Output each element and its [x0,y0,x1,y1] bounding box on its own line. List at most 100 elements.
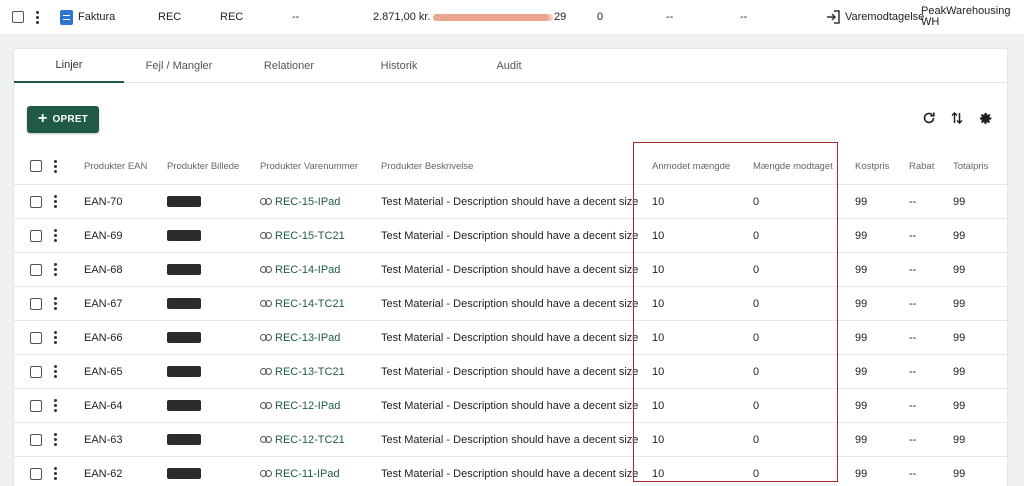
row-select[interactable] [30,219,42,252]
row-checkbox[interactable] [30,433,42,446]
row-menu-button[interactable] [53,287,57,320]
item-number-label: REC-14-IPad [275,263,341,276]
tab-historik[interactable]: Historik [344,49,454,83]
select-all-checkbox[interactable] [30,160,42,172]
item-number-link[interactable]: REC-13-TC21 [260,355,345,388]
kebab-icon [53,331,57,344]
product-image[interactable] [167,389,201,422]
sort-button[interactable] [948,109,966,127]
header-cost[interactable]: Kostpris [855,148,889,184]
product-image[interactable] [167,185,201,218]
header-discount[interactable]: Rabat [909,148,934,184]
document-link[interactable]: Faktura [60,0,115,34]
product-image[interactable] [167,287,201,320]
kebab-icon [53,365,57,378]
row-menu-button[interactable] [53,219,57,252]
row-select[interactable] [30,355,42,388]
header-itemno[interactable]: Produkter Varenummer [260,148,358,184]
create-button[interactable]: + OPRET [27,106,99,133]
tab-audit[interactable]: Audit [454,49,564,83]
discount-cell: -- [909,331,917,344]
row-select[interactable] [30,423,42,456]
product-image[interactable] [167,253,201,286]
product-image[interactable] [167,457,201,486]
header-total[interactable]: Totalpris [953,148,988,184]
link-icon [260,232,272,239]
product-image[interactable] [167,423,201,456]
settings-button[interactable] [976,109,994,127]
row-select[interactable] [30,457,42,486]
image-thumbnail [167,434,201,445]
description-cell: Test Material - Description should have … [381,263,639,276]
row-checkbox[interactable] [30,297,42,310]
item-number-link[interactable]: REC-11-IPad [260,457,340,486]
gear-icon [979,112,991,124]
kebab-icon [53,433,57,446]
row-menu-button[interactable] [53,355,57,388]
requested-cell: 10 [652,263,665,276]
row-menu-button[interactable] [35,0,39,34]
image-thumbnail [167,332,201,343]
refresh-icon [923,112,935,124]
receive-action[interactable]: Varemodtagelse [826,0,924,34]
table-row: EAN-63 REC-12-TC21 Test Material - Descr… [14,423,1007,457]
item-number-link[interactable]: REC-13-IPad [260,321,340,354]
row-select[interactable] [30,185,42,218]
tab-relationer[interactable]: Relationer [234,49,344,83]
refresh-button[interactable] [920,109,938,127]
row-menu-button[interactable] [53,253,57,286]
count-value: 29 [554,11,567,23]
product-image[interactable] [167,355,201,388]
row-select[interactable] [30,321,42,354]
row-select[interactable] [30,389,42,422]
row-menu-button[interactable] [53,185,57,218]
row-select[interactable] [30,253,42,286]
tab-fejl-mangler[interactable]: Fejl / Mangler [124,49,234,83]
link-icon [260,368,272,375]
row-checkbox[interactable] [30,229,42,242]
product-image[interactable] [167,219,201,252]
row-checkbox[interactable] [30,195,42,208]
row-checkbox[interactable] [30,399,42,412]
header-ean[interactable]: Produkter EAN [84,148,147,184]
empty-value-3: -- [740,11,748,23]
row-menu-button[interactable] [53,457,57,486]
item-number-link[interactable]: REC-15-IPad [260,185,340,218]
header-received[interactable]: Mængde modtaget [753,148,833,184]
row-checkbox[interactable] [30,467,42,480]
item-number-link[interactable]: REC-12-IPad [260,389,340,422]
item-number-link[interactable]: REC-14-IPad [260,253,340,286]
document-label: Faktura [78,11,116,23]
requested-cell: 10 [652,399,665,412]
cost-cell: 99 [855,331,868,344]
item-number-link[interactable]: REC-15-TC21 [260,219,345,252]
tab-linjer[interactable]: Linjer [14,49,124,83]
row-menu-button[interactable] [53,321,57,354]
kebab-icon [53,263,57,276]
row-menu-button[interactable] [53,423,57,456]
image-thumbnail [167,298,201,309]
item-number-label: REC-13-IPad [275,331,341,344]
ean-cell: EAN-62 [84,467,123,480]
header-requested[interactable]: Anmodet mængde [652,148,730,184]
product-image[interactable] [167,321,201,354]
item-number-link[interactable]: REC-12-TC21 [260,423,345,456]
row-checkbox[interactable] [12,11,24,23]
link-icon [260,470,272,477]
select-all[interactable] [30,148,42,184]
row-checkbox[interactable] [30,365,42,378]
row-checkbox[interactable] [30,263,42,276]
link-icon [260,334,272,341]
header-image[interactable]: Produkter Billede [167,148,239,184]
row-checkbox[interactable] [30,331,42,344]
header-description[interactable]: Produkter Beskrivelse [381,148,473,184]
row-menu-button[interactable] [53,389,57,422]
document-icon [60,9,73,25]
description-cell: Test Material - Description should have … [381,365,639,378]
requested-cell: 10 [652,433,665,446]
item-number-link[interactable]: REC-14-TC21 [260,287,345,320]
discount-cell: -- [909,433,917,446]
row-select[interactable] [12,0,24,34]
header-menu-button[interactable] [53,148,57,184]
row-select[interactable] [30,287,42,320]
